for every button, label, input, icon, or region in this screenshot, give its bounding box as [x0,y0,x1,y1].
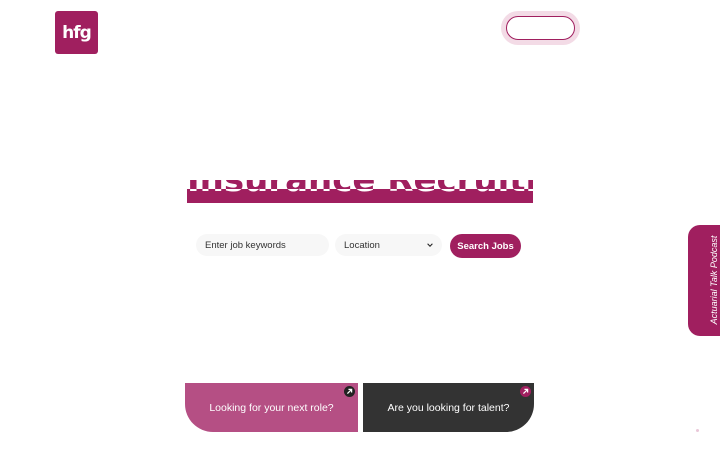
side-tab-label: Actuarial Talk Podcast [709,235,719,325]
search-jobs-label: Search Jobs [457,240,514,252]
logo-text: hfg [62,22,92,43]
job-keywords-input[interactable]: Enter job keywords [196,234,329,256]
find-talent-card[interactable]: Are you looking for talent? [363,383,534,432]
decorative-dot [696,429,699,432]
hero-title-container: Insurance Recruitment Insurance Recruitm… [187,180,533,203]
header-cta-wrapper [501,11,580,45]
location-selected-value: Location [344,239,380,251]
find-talent-label: Are you looking for talent? [387,401,510,414]
job-keywords-placeholder: Enter job keywords [205,239,286,251]
next-role-card[interactable]: Looking for your next role? [185,383,358,432]
search-jobs-button[interactable]: Search Jobs [450,234,521,258]
next-role-label: Looking for your next role? [209,401,334,414]
arrow-up-right-icon [520,386,531,397]
actuarial-podcast-tab[interactable]: Actuarial Talk Podcast [688,225,720,336]
chevron-down-icon [427,243,433,247]
header-cta-button[interactable] [506,16,575,40]
location-select[interactable]: Location [335,234,442,256]
hfg-logo[interactable]: hfg [55,11,98,54]
arrow-up-right-icon [344,386,355,397]
